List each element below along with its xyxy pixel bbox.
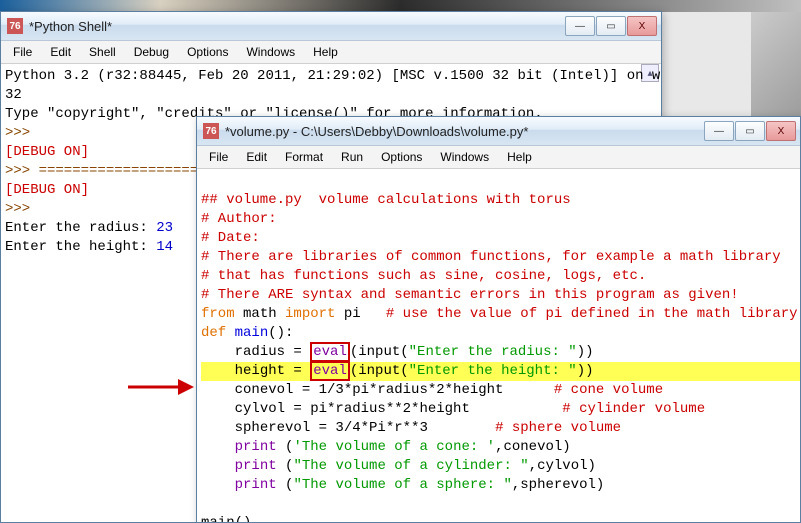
comment-line: ## volume.py volume calculations with to… bbox=[201, 192, 571, 208]
indent bbox=[201, 420, 235, 436]
menu-file[interactable]: File bbox=[5, 43, 40, 61]
kw-def: def bbox=[201, 325, 226, 341]
kw-import: import bbox=[285, 306, 335, 322]
menu-run[interactable]: Run bbox=[333, 148, 371, 166]
minimize-button[interactable]: — bbox=[565, 16, 595, 36]
indent bbox=[201, 382, 235, 398]
rest-p2: ,cylvol) bbox=[529, 458, 596, 474]
menu-windows[interactable]: Windows bbox=[238, 43, 303, 61]
rest-p1: ,conevol) bbox=[495, 439, 571, 455]
maximize-button[interactable]: ▭ bbox=[735, 121, 765, 141]
rest-p3: ,spherevol) bbox=[512, 477, 604, 493]
comment-cyl: # cylinder volume bbox=[562, 401, 705, 417]
print-call: print bbox=[235, 477, 277, 493]
comment-inline: # use the value of pi defined in the mat… bbox=[386, 306, 798, 322]
indent bbox=[201, 439, 235, 455]
editor-title: *volume.py - C:\Users\Debby\Downloads\vo… bbox=[225, 124, 528, 139]
radius-value: 23 bbox=[156, 220, 173, 236]
editor-window-controls: — ▭ X bbox=[704, 121, 796, 141]
shell-title: *Python Shell* bbox=[29, 19, 112, 34]
idle-icon: 76 bbox=[7, 18, 23, 34]
menu-help[interactable]: Help bbox=[305, 43, 346, 61]
version-line2: 32 bbox=[5, 87, 22, 103]
assign-radius: radius = bbox=[235, 344, 311, 360]
str-p3: "The volume of a sphere: " bbox=[293, 477, 511, 493]
comment-sphere: # sphere volume bbox=[495, 420, 621, 436]
radius-prompt: Enter the radius: bbox=[5, 220, 156, 236]
open-paren: ( bbox=[277, 439, 294, 455]
open-paren: ( bbox=[277, 458, 294, 474]
indent bbox=[201, 401, 235, 417]
comment-line: # There are libraries of common function… bbox=[201, 249, 781, 265]
open-paren: ( bbox=[277, 477, 294, 493]
comment-line: # Date: bbox=[201, 230, 260, 246]
str-p2: "The volume of a cylinder: " bbox=[293, 458, 528, 474]
fn-main: main bbox=[226, 325, 268, 341]
str-p1: 'The volume of a cone: ' bbox=[293, 439, 495, 455]
shell-menubar: File Edit Shell Debug Options Windows He… bbox=[1, 41, 661, 64]
print-call: print bbox=[235, 458, 277, 474]
prompt: >>> bbox=[5, 125, 39, 141]
comment-line: # Author: bbox=[201, 211, 277, 227]
version-line: Python 3.2 (r32:88445, Feb 20 2011, 21:2… bbox=[5, 68, 661, 84]
debug-on-2: [DEBUG ON] bbox=[5, 182, 89, 198]
mod-math: math bbox=[235, 306, 285, 322]
minimize-button[interactable]: — bbox=[704, 121, 734, 141]
prompt2: >>> bbox=[5, 201, 39, 217]
menu-edit[interactable]: Edit bbox=[42, 43, 79, 61]
close-paren: )) bbox=[577, 344, 594, 360]
menu-edit[interactable]: Edit bbox=[238, 148, 275, 166]
menu-debug[interactable]: Debug bbox=[126, 43, 177, 61]
idle-icon: 76 bbox=[203, 123, 219, 139]
highlighted-line: height = eval(input("Enter the height: "… bbox=[201, 362, 800, 381]
eval-call: eval bbox=[313, 363, 347, 379]
close-button[interactable]: X bbox=[766, 121, 796, 141]
menu-help[interactable]: Help bbox=[499, 148, 540, 166]
eval-call: eval bbox=[313, 344, 347, 360]
mod-pi: pi bbox=[335, 306, 385, 322]
indent bbox=[201, 363, 235, 379]
cylvol-line: cylvol = pi*radius**2*height bbox=[235, 401, 563, 417]
menu-file[interactable]: File bbox=[201, 148, 236, 166]
menu-format[interactable]: Format bbox=[277, 148, 331, 166]
indent bbox=[201, 344, 235, 360]
input-open: (input( bbox=[350, 363, 409, 379]
maximize-button[interactable]: ▭ bbox=[596, 16, 626, 36]
height-value: 14 bbox=[156, 239, 173, 255]
editor-code[interactable]: ## volume.py volume calculations with to… bbox=[197, 168, 800, 522]
kw-from: from bbox=[201, 306, 235, 322]
comment-line: # that has functions such as sine, cosin… bbox=[201, 268, 646, 284]
sphere-line: spherevol = 3/4*Pi*r**3 bbox=[235, 420, 495, 436]
menu-shell[interactable]: Shell bbox=[81, 43, 124, 61]
menu-windows[interactable]: Windows bbox=[432, 148, 497, 166]
str-height: "Enter the height: " bbox=[409, 363, 577, 379]
comment-line: # There ARE syntax and semantic errors i… bbox=[201, 287, 739, 303]
conevol-line: conevol = 1/3*pi*radius*2*height bbox=[235, 382, 554, 398]
height-prompt: Enter the height: bbox=[5, 239, 156, 255]
indent bbox=[201, 458, 235, 474]
paren: (): bbox=[268, 325, 293, 341]
close-paren: )) bbox=[577, 363, 594, 379]
assign-height: height = bbox=[235, 363, 311, 379]
print-call: print bbox=[235, 439, 277, 455]
editor-menubar: File Edit Format Run Options Windows Hel… bbox=[197, 146, 800, 169]
debug-on-1: [DEBUG ON] bbox=[5, 144, 89, 160]
comment-cone: # cone volume bbox=[554, 382, 663, 398]
str-radius: "Enter the radius: " bbox=[409, 344, 577, 360]
close-button[interactable]: X bbox=[627, 16, 657, 36]
editor-window: 76 *volume.py - C:\Users\Debby\Downloads… bbox=[196, 116, 801, 523]
shell-window-controls: — ▭ X bbox=[565, 16, 657, 36]
menu-options[interactable]: Options bbox=[179, 43, 236, 61]
shell-titlebar[interactable]: 76 *Python Shell* — ▭ X bbox=[1, 12, 661, 41]
input-open: (input( bbox=[350, 344, 409, 360]
indent bbox=[201, 477, 235, 493]
editor-titlebar[interactable]: 76 *volume.py - C:\Users\Debby\Downloads… bbox=[197, 117, 800, 146]
menu-options[interactable]: Options bbox=[373, 148, 430, 166]
